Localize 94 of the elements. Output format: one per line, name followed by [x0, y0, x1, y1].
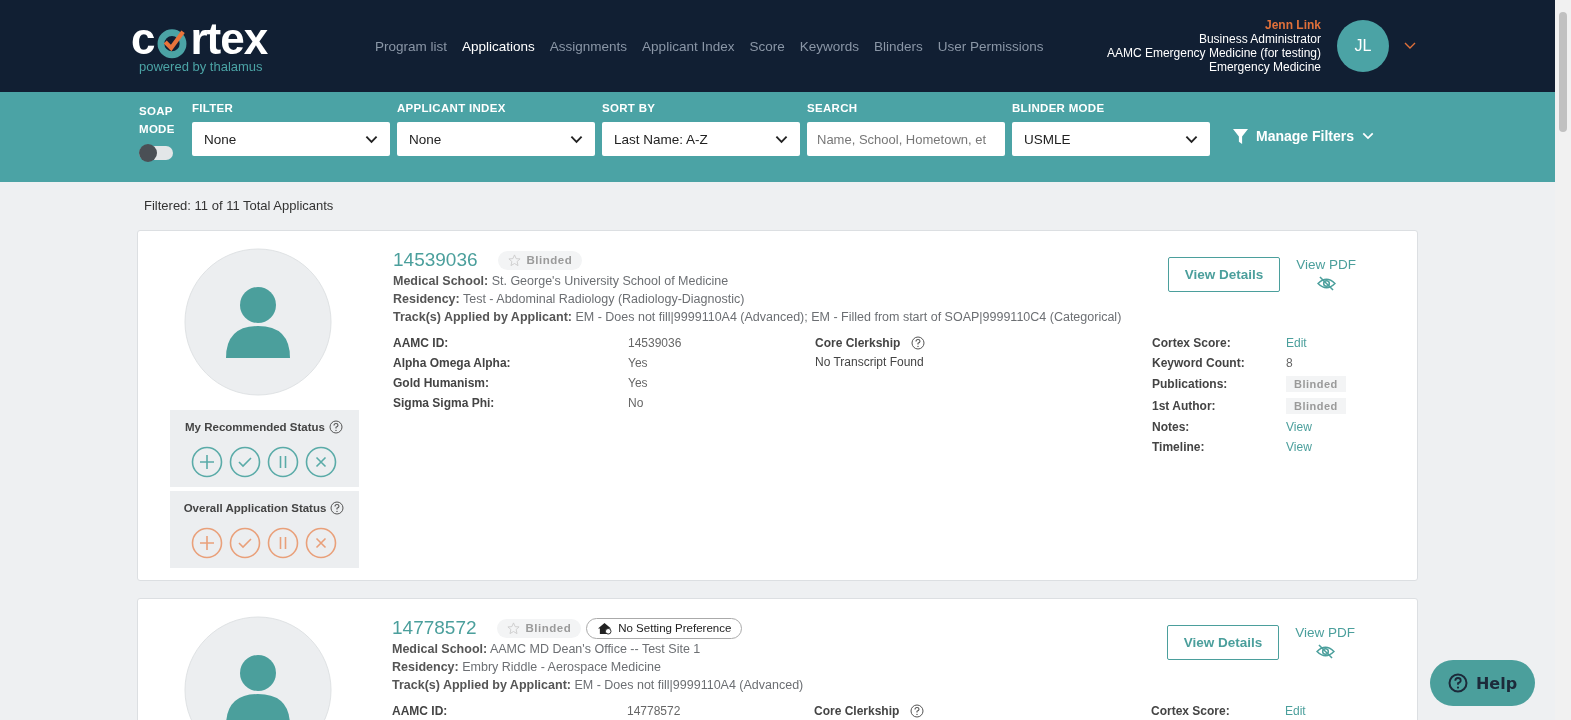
detail-label: AAMC ID: [392, 704, 449, 718]
clerkship-value: No Transcript Found [815, 355, 925, 369]
filter-label: BLINDER MODE [1012, 102, 1106, 116]
applicant-id[interactable]: 14539036 [393, 249, 478, 271]
user-role: Business Administrator [1197, 32, 1321, 46]
detail-label: AAMC ID: [393, 336, 450, 350]
help-button[interactable]: Help [1430, 660, 1535, 706]
nav-link[interactable]: Program list [375, 38, 447, 54]
applicant-info-line: Residency: Embry Riddle - Aerospace Medicine [392, 659, 662, 676]
status-title: Overall Application Status [183, 502, 327, 514]
dropdown[interactable]: Last Name: A-Z [602, 122, 800, 156]
status-title: My Recommended Status [185, 421, 325, 433]
chevron-down-icon [365, 134, 378, 144]
filter-label: APPLICANT INDEX [397, 102, 507, 116]
close-icon[interactable] [305, 446, 337, 478]
check-icon[interactable] [229, 446, 261, 478]
nav-link[interactable]: Keywords [799, 38, 859, 54]
dropdown[interactable]: None [192, 122, 390, 156]
plus-icon[interactable] [191, 446, 223, 478]
pause-icon[interactable] [267, 446, 299, 478]
search-field[interactable]: Name, School, Hometown, et [807, 122, 1005, 156]
dropdown[interactable]: None [397, 122, 595, 156]
detail-label: Alpha Omega Alpha: [393, 356, 512, 370]
dropdown[interactable]: USMLE [1012, 122, 1210, 156]
detail-value: Yes [628, 376, 649, 390]
filter-summary: Filtered: 11 of 11 Total Applicants [143, 197, 335, 215]
score-label: 1st Author: [1152, 399, 1217, 413]
blinded-value: Blinded [1286, 376, 1346, 392]
applicant-info-line: Medical School: AAMC MD Dean's Office -- Test Site 1 [392, 641, 702, 658]
filter-label: SEARCH [807, 102, 859, 116]
filter-label: FILTER [192, 102, 235, 116]
chevron-down-icon [775, 134, 788, 144]
score-label: Cortex Score: [1151, 704, 1231, 718]
score-label: Timeline: [1152, 440, 1206, 454]
cortex-logo[interactable]: c rtex powered by thalamus [131, 18, 375, 74]
close-icon[interactable] [305, 527, 337, 559]
caret-icon[interactable] [1404, 42, 1416, 50]
detail-label: Sigma Sigma Phi: [393, 396, 496, 410]
view-details-button[interactable]: View Details [1167, 257, 1281, 292]
chevron-down-icon [570, 134, 583, 144]
action-link[interactable]: View [1286, 440, 1312, 454]
soap-mode-label: SOAP MODE [139, 104, 176, 137]
applicant-id[interactable]: 14778572 [392, 617, 477, 639]
help-icon[interactable] [910, 704, 925, 718]
blinded-badge: Blinded [496, 618, 582, 638]
view-pdf-link[interactable]: View PDF [1296, 257, 1356, 291]
detail-value: Yes [628, 356, 649, 370]
nav-link[interactable]: Score [749, 38, 785, 54]
nav-link[interactable]: Blinders [874, 38, 923, 54]
eye-slash-icon [1316, 276, 1336, 291]
specialty-name: Emergency Medicine [1207, 60, 1321, 74]
blinded-badge: Blinded [497, 250, 583, 270]
user-avatar[interactable]: JL [1337, 20, 1389, 72]
blinded-value: Blinded [1286, 398, 1346, 414]
score-value: 8 [1286, 356, 1294, 370]
help-icon[interactable] [328, 420, 343, 434]
pause-icon[interactable] [267, 527, 299, 559]
applicant-info-line: Medical School: St. George's University School of Medicine [393, 273, 730, 290]
program-name: AAMC Emergency Medicine (for testing) [1106, 46, 1321, 60]
action-link[interactable]: Edit [1285, 704, 1306, 718]
detail-value: 14778572 [627, 704, 682, 718]
nav-link[interactable]: Applicant Index [642, 38, 735, 54]
action-link[interactable]: Edit [1286, 336, 1307, 350]
nav-link[interactable]: User Permissions [937, 38, 1044, 54]
filter-label: SORT BY [602, 102, 657, 116]
detail-value: No [628, 396, 645, 410]
user-name: Jenn Link [1264, 18, 1321, 32]
applicant-info-line: Track(s) Applied by Applicant: EM - Does not fill|9999110A4 (Advanced) [392, 677, 804, 694]
plus-icon[interactable] [191, 527, 223, 559]
action-link[interactable]: View [1286, 420, 1312, 434]
eye-slash-icon [1315, 644, 1335, 659]
score-label: Keyword Count: [1152, 356, 1246, 370]
score-label: Notes: [1152, 420, 1191, 434]
clerkship-title: Core Clerkship [814, 704, 900, 718]
check-icon[interactable] [229, 527, 261, 559]
applicant-info-line: Residency: Test - Abdominal Radiology (Radiology-Diagnostic) [393, 291, 746, 308]
score-label: Cortex Score: [1152, 336, 1232, 350]
chevron-down-icon [1185, 134, 1198, 144]
applicant-info-line: Track(s) Applied by Applicant: EM - Does not fill|9999110A4 (Advanced); EM - Filled from start of SOAP|9999110C4 (Categorical) [393, 309, 1122, 326]
chevron-down-icon [1362, 132, 1375, 140]
detail-value: 14539036 [628, 336, 683, 350]
clerkship-title: Core Clerkship [815, 336, 901, 350]
filter-icon [1233, 128, 1248, 144]
nav-link[interactable]: Assignments [549, 38, 628, 54]
view-details-button[interactable]: View Details [1166, 625, 1280, 660]
help-icon[interactable] [330, 501, 345, 515]
score-label: Publications: [1152, 377, 1229, 391]
help-icon[interactable] [911, 336, 926, 350]
soap-mode-toggle[interactable] [139, 146, 173, 160]
help-icon [1447, 673, 1468, 693]
manage-filters-button[interactable]: Manage Filters [1233, 128, 1375, 144]
view-pdf-link[interactable]: View PDF [1295, 625, 1355, 659]
detail-label: Gold Humanism: [393, 376, 490, 390]
nav-link[interactable]: Applications [462, 38, 535, 54]
